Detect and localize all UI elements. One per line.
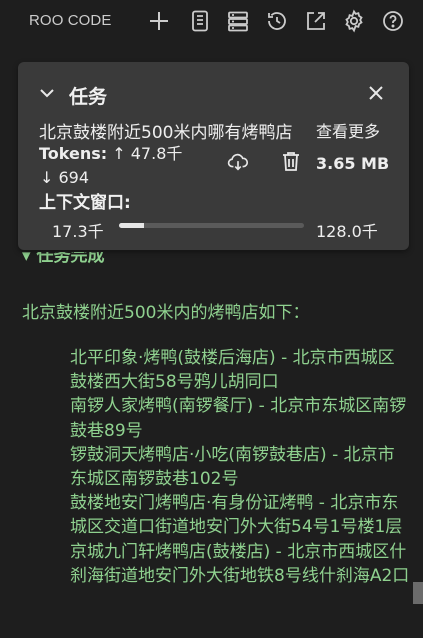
chat-content: ▾ 任务完成 北京鼓楼附近500米内的烤鸭店如下： 北平印象·烤鸭(鼓楼后海店)… xyxy=(0,246,423,638)
completion-header: ▾ 任务完成 xyxy=(22,252,152,272)
tokens-row: Tokens: ↑ 47.8千 xyxy=(39,140,182,164)
list-item: 北平印象·烤鸭(鼓楼后海店) - 北京市西城区鼓楼西大街58号鸦儿胡同口 xyxy=(70,348,395,393)
app-title: ROO CODE xyxy=(29,12,112,29)
tokens-label: Tokens: xyxy=(39,144,108,163)
context-window-label: 上下文窗口: xyxy=(39,193,131,213)
list-item: 南锣人家烤鸭(南锣餐厅) - 北京市东城区南锣鼓巷89号 xyxy=(70,396,407,441)
roo-code-panel: ▾ 任务完成 北京鼓楼附近500米内的烤鸭店如下： 北平印象·烤鸭(鼓楼后海店)… xyxy=(0,0,423,638)
plus-icon[interactable] xyxy=(147,9,171,33)
header-bar: ROO CODE xyxy=(0,0,423,42)
context-max: 128.0千 xyxy=(316,222,378,241)
task-card: 任务 北京鼓楼附近500米内哪有烤鸭店 查看更多 Tokens: ↑ 47.8千… xyxy=(18,62,409,250)
context-progress-fill xyxy=(119,223,144,228)
task-title: 任务 xyxy=(69,86,108,108)
answer-intro: 北京鼓楼附近500米内的烤鸭店如下： xyxy=(22,303,310,323)
tokens-up: ↑ 47.8千 xyxy=(112,144,183,163)
context-progress-bar xyxy=(119,223,304,228)
trash-icon[interactable] xyxy=(281,150,301,172)
cloud-download-icon[interactable] xyxy=(227,151,249,173)
chevron-down-icon[interactable] xyxy=(38,84,56,102)
servers-icon[interactable] xyxy=(226,9,250,33)
list-item: 鼓楼地安门烤鸭店·有身份证烤鸭 - 北京市东城区交道口街道地安门外大街54号1号… xyxy=(70,493,403,538)
close-icon[interactable] xyxy=(365,82,387,104)
see-more-link[interactable]: 查看更多 xyxy=(316,118,380,142)
completion-header-text: ▾ 任务完成 xyxy=(22,252,105,266)
list-item: 京城九门轩烤鸭店(鼓楼店) - 北京市西城区什刹海街道地安门外大街地铁8号线什刹… xyxy=(70,541,410,586)
result-list: 北平印象·烤鸭(鼓楼后海店) - 北京市西城区鼓楼西大街58号鸦儿胡同口 南锣人… xyxy=(70,346,410,588)
task-size: 3.65 MB xyxy=(316,154,390,173)
gear-icon[interactable] xyxy=(342,9,366,33)
context-used: 17.3千 xyxy=(52,222,104,241)
help-icon[interactable] xyxy=(381,9,405,33)
prompts-icon[interactable] xyxy=(188,9,212,33)
scrollbar-thumb[interactable] xyxy=(413,582,423,604)
list-item: 锣鼓洞天烤鸭店·小吃(南锣鼓巷店) - 北京市东城区南锣鼓巷102号 xyxy=(70,444,395,490)
history-icon[interactable] xyxy=(265,9,289,33)
popout-icon[interactable] xyxy=(304,9,328,33)
tokens-down: ↓ 694 xyxy=(40,168,90,187)
